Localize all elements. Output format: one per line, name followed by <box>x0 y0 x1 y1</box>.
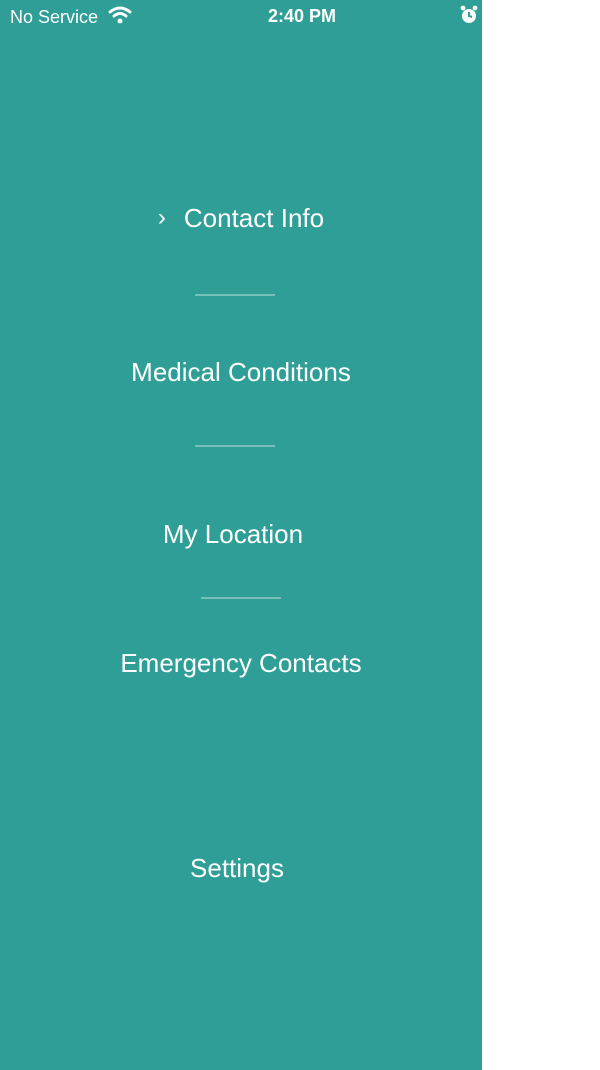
menu-divider <box>195 294 275 296</box>
menu-divider <box>201 597 281 599</box>
menu-item-label: My Location <box>162 519 304 549</box>
status-bar: No Service 2:40 PM <box>0 0 482 34</box>
status-time: 2:40 PM <box>267 6 337 26</box>
menu-item-contact-info[interactable]: › Contact Info <box>0 203 482 234</box>
menu-item-settings[interactable]: Settings <box>0 853 478 884</box>
chevron-right-icon: › <box>157 204 166 231</box>
menu-item-label: Contact Info <box>183 203 325 233</box>
navigation-drawer: No Service 2:40 PM › Contact Info Medica… <box>0 0 482 1070</box>
alarm-icon <box>460 5 478 25</box>
menu-divider <box>195 445 275 447</box>
menu-item-my-location[interactable]: My Location <box>0 519 474 550</box>
menu-item-emergency-contacts[interactable]: Emergency Contacts <box>0 648 482 679</box>
menu-item-label: Settings <box>190 853 284 883</box>
app-screen: No Service 2:40 PM › Contact Info Medica… <box>0 0 600 1070</box>
menu-item-medical-conditions[interactable]: Medical Conditions <box>0 357 482 388</box>
menu-item-label: Emergency Contacts <box>120 648 362 678</box>
menu-item-label: Medical Conditions <box>131 357 351 387</box>
